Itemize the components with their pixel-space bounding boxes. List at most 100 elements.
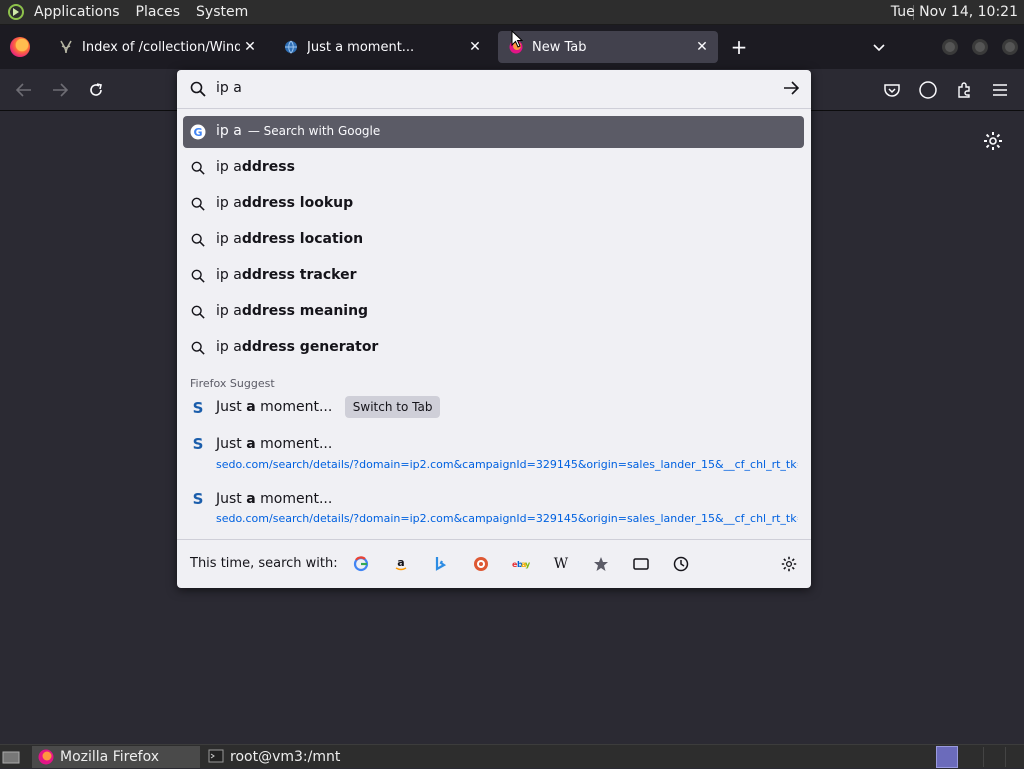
suggestion-completion: ddress generator bbox=[241, 339, 379, 355]
maximize-button[interactable] bbox=[972, 39, 988, 55]
workspace-separator bbox=[1005, 747, 1006, 767]
tab-label: Index of /collection/Window bbox=[82, 39, 240, 55]
tab-label: Just a moment... bbox=[307, 39, 415, 55]
hamburger-menu-icon[interactable] bbox=[987, 78, 1013, 102]
suggestion-row[interactable]: ip address bbox=[183, 152, 804, 184]
suggestion-completion: ddress lookup bbox=[241, 195, 354, 211]
amazon-icon[interactable]: a bbox=[391, 554, 411, 574]
one-off-search-bar: This time, search with: a ebay W bbox=[177, 539, 811, 588]
firefox-view-icon[interactable] bbox=[10, 37, 30, 57]
url-input-value[interactable]: ip a bbox=[216, 80, 242, 96]
bookmarks-star-icon[interactable] bbox=[591, 554, 611, 574]
suggestion-row[interactable]: ip address meaning bbox=[183, 296, 804, 328]
fern-favicon-icon bbox=[58, 39, 74, 55]
firefox-icon bbox=[38, 749, 54, 765]
suggest-url: sedo.com/search/details/?domain=ip2.com&… bbox=[216, 458, 798, 471]
search-icon bbox=[190, 160, 206, 176]
suggestion-search-with-google[interactable]: G ip a — Search with Google bbox=[183, 116, 804, 148]
tab-close-icon[interactable]: ✕ bbox=[692, 37, 712, 57]
suggestion-prefix: ip a bbox=[216, 267, 242, 283]
account-icon[interactable] bbox=[915, 78, 941, 102]
workspace-separator bbox=[983, 747, 984, 767]
clock[interactable]: Tue Nov 14, 10:21 bbox=[891, 4, 1018, 20]
firefox-suggest-heading: Firefox Suggest bbox=[190, 377, 275, 390]
taskbar-item-firefox[interactable]: Mozilla Firefox bbox=[32, 746, 200, 768]
suggestion-prefix: ip a bbox=[216, 195, 242, 211]
suggest-title-bold: a bbox=[246, 399, 256, 415]
search-icon bbox=[190, 340, 206, 356]
list-all-tabs-chevron-icon[interactable] bbox=[868, 37, 890, 59]
suggest-title-bold: a bbox=[246, 436, 256, 452]
system-menu[interactable]: System bbox=[196, 4, 248, 20]
suggest-switch-to-tab-row[interactable]: S Just a moment... Switch to Tab bbox=[183, 392, 804, 424]
suggest-url: sedo.com/search/details/?domain=ip2.com&… bbox=[216, 512, 798, 525]
suggest-title-bold: a bbox=[246, 491, 256, 507]
sedo-favicon-icon: S bbox=[192, 490, 204, 508]
switch-to-tab-button[interactable]: Switch to Tab bbox=[344, 396, 441, 418]
suggest-title-post: moment... bbox=[255, 491, 333, 507]
suggest-title-post: moment... bbox=[255, 399, 333, 415]
suggestion-row[interactable]: ip address location bbox=[183, 224, 804, 256]
sedo-favicon-icon: S bbox=[192, 399, 204, 417]
tab-label: New Tab bbox=[532, 39, 587, 55]
suggestion-prefix: ip a bbox=[216, 231, 242, 247]
new-tab-button[interactable]: + bbox=[728, 37, 750, 59]
taskbar-item-terminal[interactable]: root@vm3:/mnt bbox=[202, 746, 402, 768]
suggest-history-row[interactable]: S Just a moment... sedo.com/search/detai… bbox=[183, 428, 804, 474]
wikipedia-icon[interactable]: W bbox=[551, 554, 571, 574]
taskbar-label: Mozilla Firefox bbox=[60, 749, 160, 765]
suggestion-prefix: ip a bbox=[216, 339, 242, 355]
show-desktop-icon[interactable] bbox=[2, 746, 24, 768]
duckduckgo-icon[interactable] bbox=[471, 554, 491, 574]
suggest-title-post: moment... bbox=[255, 436, 333, 452]
suggest-title-pre: Just bbox=[216, 399, 247, 415]
suggest-title-pre: Just bbox=[216, 436, 247, 452]
bing-icon[interactable] bbox=[431, 554, 451, 574]
gnome-logo-icon[interactable] bbox=[5, 1, 27, 23]
minimize-button[interactable] bbox=[942, 39, 958, 55]
svg-text:y: y bbox=[525, 560, 530, 569]
search-icon bbox=[190, 232, 206, 248]
suggestion-prefix: ip a bbox=[216, 303, 242, 319]
tab-just-a-moment[interactable]: Just a moment... ✕ bbox=[273, 31, 491, 63]
suggestion-row[interactable]: ip address tracker bbox=[183, 260, 804, 292]
one-off-label: This time, search with: bbox=[190, 556, 338, 571]
tabs-icon[interactable] bbox=[631, 554, 651, 574]
tab-new-tab[interactable]: New Tab ✕ bbox=[498, 31, 718, 63]
go-arrow-icon[interactable] bbox=[783, 80, 800, 99]
globe-icon bbox=[283, 39, 299, 55]
terminal-icon bbox=[208, 749, 224, 765]
url-input[interactable]: ip a bbox=[177, 70, 811, 109]
suggestion-action: — Search with Google bbox=[247, 124, 381, 138]
suggestion-row[interactable]: ip address generator bbox=[183, 332, 804, 364]
forward-arrow-icon[interactable] bbox=[47, 78, 73, 102]
search-settings-gear-icon[interactable] bbox=[779, 554, 799, 574]
workspace-1-icon[interactable] bbox=[936, 746, 958, 768]
reload-icon[interactable] bbox=[83, 78, 109, 102]
google-icon[interactable] bbox=[351, 554, 371, 574]
customize-gear-icon[interactable] bbox=[983, 131, 1003, 151]
search-icon bbox=[190, 268, 206, 284]
bottom-taskbar: Mozilla Firefox root@vm3:/mnt bbox=[0, 744, 1024, 768]
applications-menu[interactable]: Applications bbox=[34, 4, 120, 20]
pocket-icon[interactable] bbox=[879, 78, 905, 102]
suggest-history-row[interactable]: S Just a moment... sedo.com/search/detai… bbox=[183, 483, 804, 529]
tab-close-icon[interactable]: ✕ bbox=[240, 37, 260, 57]
history-clock-icon[interactable] bbox=[671, 554, 691, 574]
suggestion-prefix: ip a bbox=[216, 159, 242, 175]
suggestion-completion: ddress bbox=[241, 159, 295, 175]
back-arrow-icon[interactable] bbox=[11, 78, 37, 102]
close-window-button[interactable] bbox=[1002, 39, 1018, 55]
places-menu[interactable]: Places bbox=[136, 4, 181, 20]
suggestion-row[interactable]: ip address lookup bbox=[183, 188, 804, 220]
mouse-cursor-icon bbox=[511, 29, 524, 52]
tab-close-icon[interactable]: ✕ bbox=[465, 37, 485, 57]
extensions-icon[interactable] bbox=[951, 78, 977, 102]
ebay-icon[interactable]: ebay bbox=[511, 554, 531, 574]
svg-text:G: G bbox=[193, 126, 202, 139]
suggestion-completion: ddress location bbox=[241, 231, 364, 247]
suggestion-completion: ddress meaning bbox=[241, 303, 369, 319]
suggestion-completion: ddress tracker bbox=[241, 267, 357, 283]
search-icon bbox=[190, 81, 206, 101]
tab-index-of-collection[interactable]: Index of /collection/Window ✕ bbox=[48, 31, 266, 63]
